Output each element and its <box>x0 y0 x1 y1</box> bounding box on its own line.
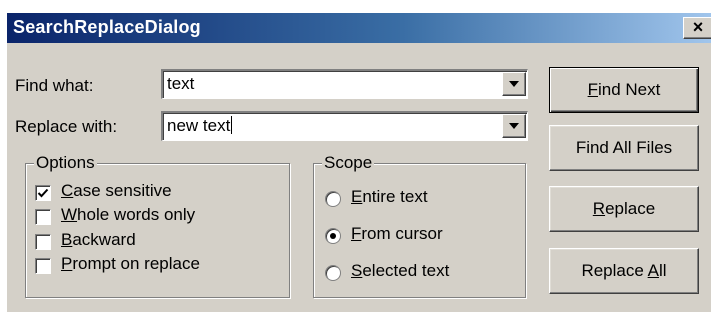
whole-words-label[interactable]: Whole words only <box>61 205 195 225</box>
replace-all-button[interactable]: Replace All <box>549 248 699 294</box>
replace-with-dropdown-button[interactable] <box>502 114 526 138</box>
scope-group-title: Scope <box>322 153 375 173</box>
text-cursor <box>231 116 233 134</box>
find-what-combobox[interactable]: text <box>161 69 528 99</box>
dialog-title: SearchReplaceDialog <box>13 17 201 37</box>
replace-with-combobox[interactable]: new text <box>161 111 528 141</box>
replace-button[interactable]: Replace <box>549 186 699 232</box>
case-sensitive-label[interactable]: Case sensitive <box>61 181 172 201</box>
search-replace-dialog: SearchReplaceDialog × Find what: text Re… <box>6 12 711 312</box>
radio-selected-dot <box>330 233 336 239</box>
close-button[interactable]: × <box>683 17 711 39</box>
from-cursor-radio[interactable] <box>325 228 341 244</box>
from-cursor-label[interactable]: From cursor <box>351 224 443 244</box>
chevron-down-icon <box>509 123 519 129</box>
prompt-on-replace-checkbox[interactable] <box>35 258 51 274</box>
whole-words-checkbox[interactable] <box>35 209 51 225</box>
entire-text-label[interactable]: Entire text <box>351 187 428 207</box>
checkmark-icon <box>37 188 49 198</box>
selected-text-radio[interactable] <box>325 265 341 281</box>
options-group-title: Options <box>34 153 97 173</box>
find-what-label: Find what: <box>15 76 94 95</box>
replace-with-label: Replace with: <box>15 117 118 136</box>
case-sensitive-checkbox[interactable] <box>35 185 51 201</box>
backward-checkbox[interactable] <box>35 234 51 250</box>
prompt-on-replace-label[interactable]: Prompt on replace <box>61 254 200 274</box>
title-bar[interactable]: SearchReplaceDialog × <box>7 13 711 43</box>
find-all-files-button[interactable]: Find All Files <box>549 125 699 171</box>
find-what-dropdown-button[interactable] <box>502 72 526 96</box>
chevron-down-icon <box>509 81 519 87</box>
close-icon: × <box>692 17 704 37</box>
replace-with-input[interactable]: new text <box>167 116 233 136</box>
find-next-button[interactable]: Find Next <box>549 67 699 113</box>
entire-text-radio[interactable] <box>325 191 341 207</box>
backward-label[interactable]: Backward <box>61 230 136 250</box>
selected-text-label[interactable]: Selected text <box>351 261 449 281</box>
find-what-input[interactable]: text <box>167 74 194 94</box>
